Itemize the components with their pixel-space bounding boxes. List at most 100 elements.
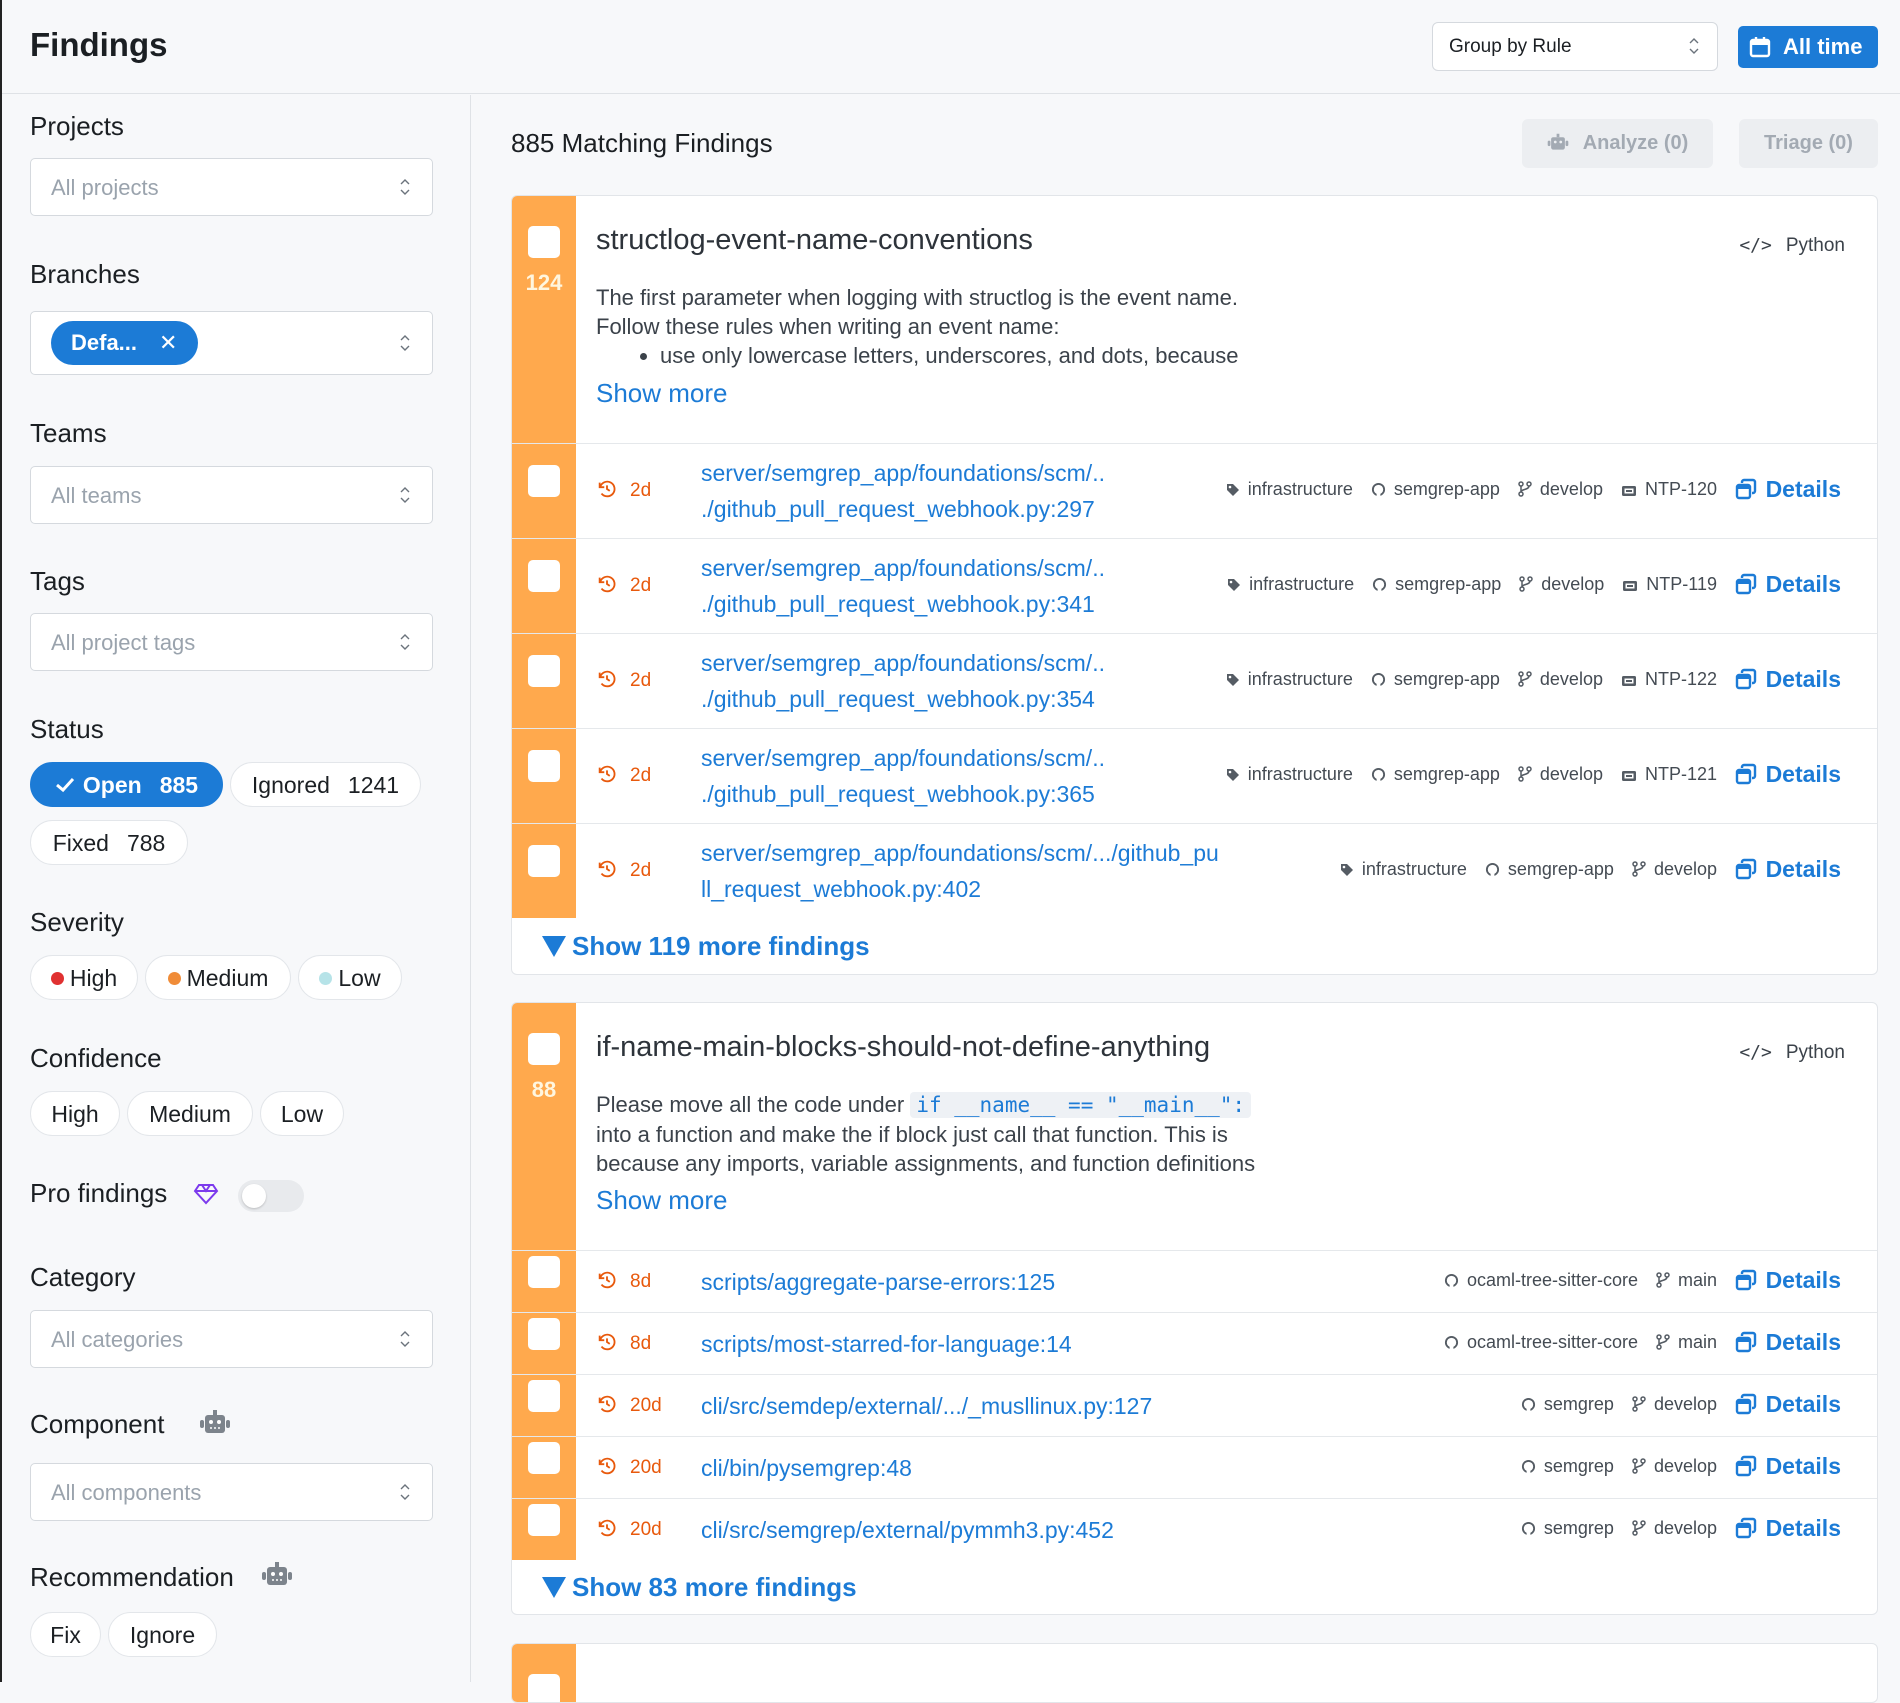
branch-chip[interactable]: Defa... ✕ <box>51 321 198 365</box>
component-select[interactable]: All components <box>30 1463 433 1521</box>
finding-path-link[interactable]: server/semgrep_app/foundations/scm/.../g… <box>701 740 1105 812</box>
details-button[interactable]: Details <box>1734 1329 1841 1356</box>
finding-repo[interactable]: semgrep-app <box>1371 764 1500 784</box>
status-label-fixed: Fixed <box>52 830 109 856</box>
finding-checkbox[interactable] <box>528 1317 560 1350</box>
finding-branch: develop <box>1519 574 1604 594</box>
rule-checkbox[interactable] <box>528 1033 560 1065</box>
severity-high-chip[interactable]: High <box>30 955 138 1000</box>
finding-ticket[interactable]: NTP-122 <box>1621 669 1717 689</box>
finding-repo[interactable]: semgrep-app <box>1371 479 1500 499</box>
details-button[interactable]: Details <box>1734 571 1841 598</box>
finding-meta: ocaml-tree-sitter-core main <box>1426 1270 1717 1291</box>
finding-path-link[interactable]: server/semgrep_app/foundations/scm/.../g… <box>701 455 1105 527</box>
finding-path-link[interactable]: scripts/most-starred-for-language:14 <box>701 1326 1072 1362</box>
finding-checkbox[interactable] <box>528 560 560 592</box>
finding-path-link[interactable]: cli/src/semgrep/external/pymmh3.py:452 <box>701 1512 1114 1548</box>
confidence-low-chip[interactable]: Low <box>260 1091 344 1136</box>
recommendation-fix-chip[interactable]: Fix <box>30 1612 101 1657</box>
finding-ticket[interactable]: NTP-120 <box>1621 479 1717 499</box>
rule-title[interactable]: structlog-event-name-conventions <box>596 224 1033 257</box>
finding-repo[interactable]: ocaml-tree-sitter-core <box>1444 1332 1638 1352</box>
finding-age: 2d <box>596 858 651 882</box>
finding-checkbox[interactable] <box>528 465 560 497</box>
finding-path-line: ll_request_webhook.py:402 <box>701 876 982 902</box>
rule-checkbox[interactable] <box>528 226 560 258</box>
severity-low-label: Low <box>338 965 381 991</box>
time-range-button[interactable]: All time <box>1738 26 1878 68</box>
severity-medium-chip[interactable]: Medium <box>145 955 291 1000</box>
teams-select[interactable]: All teams <box>30 466 433 524</box>
status-ignored-chip[interactable]: Ignored 1241 <box>230 762 421 807</box>
finding-ticket[interactable]: NTP-121 <box>1621 764 1717 784</box>
finding-checkbox[interactable] <box>528 655 560 687</box>
finding-path-link[interactable]: server/semgrep_app/foundations/scm/.../g… <box>701 835 1219 907</box>
rule-title[interactable]: if-name-main-blocks-should-not-define-an… <box>596 1031 1210 1064</box>
group-by-select[interactable]: Group by Rule <box>1432 22 1718 71</box>
finding-checkbox[interactable] <box>528 1441 560 1474</box>
finding-repo[interactable]: semgrep <box>1521 1394 1614 1414</box>
finding-path-link[interactable]: scripts/aggregate-parse-errors:125 <box>701 1264 1055 1300</box>
finding-path-link[interactable]: cli/bin/pysemgrep:48 <box>701 1450 912 1486</box>
show-more-findings-button[interactable]: Show 83 more findings <box>542 1572 857 1603</box>
show-more-link[interactable]: Show more <box>596 1185 728 1216</box>
finding-repo[interactable]: semgrep-app <box>1371 669 1500 689</box>
pro-findings-toggle[interactable] <box>238 1180 304 1212</box>
finding-path-line: ./github_pull_request_webhook.py:354 <box>701 686 1095 712</box>
finding-ticket-label: NTP-122 <box>1644 669 1717 689</box>
details-button[interactable]: Details <box>1734 1515 1841 1542</box>
status-fixed-chip[interactable]: Fixed 788 <box>30 820 188 865</box>
confidence-medium-chip[interactable]: Medium <box>127 1091 253 1136</box>
finding-branch-label: develop <box>1653 1455 1717 1476</box>
finding-ticket[interactable]: NTP-119 <box>1622 574 1717 594</box>
rule-checkbox[interactable] <box>528 1674 560 1702</box>
confidence-high-chip[interactable]: High <box>30 1091 120 1136</box>
finding-path-link[interactable]: cli/src/semdep/external/.../_musllinux.p… <box>701 1388 1152 1424</box>
history-icon <box>598 670 616 688</box>
details-button[interactable]: Details <box>1734 1453 1841 1480</box>
triage-button[interactable]: Triage (0) <box>1739 119 1878 168</box>
remove-branch-icon[interactable]: ✕ <box>159 330 177 356</box>
branches-select[interactable]: Defa... ✕ <box>30 311 433 375</box>
teams-placeholder: All teams <box>51 483 142 508</box>
tags-select[interactable]: All project tags <box>30 613 433 671</box>
severity-low-chip[interactable]: Low <box>298 955 402 1000</box>
analyze-button[interactable]: Analyze (0) <box>1522 119 1713 168</box>
open-details-icon <box>1735 1331 1756 1352</box>
details-button[interactable]: Details <box>1734 666 1841 693</box>
status-open-chip[interactable]: Open 885 <box>30 762 223 807</box>
history-icon <box>598 860 616 878</box>
finding-repo[interactable]: semgrep-app <box>1372 574 1501 594</box>
finding-row: 8d scripts/most-starred-for-language:14 oc… <box>512 1312 1877 1374</box>
details-button[interactable]: Details <box>1734 856 1841 883</box>
finding-checkbox[interactable] <box>528 750 560 782</box>
show-more-link[interactable]: Show more <box>596 378 728 409</box>
recommendation-ignore-chip[interactable]: Ignore <box>108 1612 217 1657</box>
details-button[interactable]: Details <box>1734 761 1841 788</box>
finding-repo[interactable]: semgrep <box>1521 1456 1614 1476</box>
finding-checkbox[interactable] <box>528 845 560 877</box>
analyze-label: Analyze (0) <box>1582 132 1689 154</box>
finding-checkbox[interactable] <box>528 1379 560 1412</box>
finding-repo[interactable]: semgrep-app <box>1485 859 1614 879</box>
status-label-open: Open <box>82 772 142 798</box>
finding-repo-label: semgrep-app <box>1507 859 1614 879</box>
details-button[interactable]: Details <box>1734 1267 1841 1294</box>
details-button[interactable]: Details <box>1734 1391 1841 1418</box>
github-icon <box>1521 1459 1535 1474</box>
finding-repo[interactable]: semgrep <box>1521 1518 1614 1538</box>
finding-path-link[interactable]: server/semgrep_app/foundations/scm/.../g… <box>701 645 1105 717</box>
category-select[interactable]: All categories <box>30 1310 433 1368</box>
finding-checkbox[interactable] <box>528 1503 560 1536</box>
details-button[interactable]: Details <box>1734 476 1841 503</box>
rule-description: The first parameter when logging with st… <box>596 283 1396 370</box>
finding-repo[interactable]: ocaml-tree-sitter-core <box>1444 1270 1638 1290</box>
finding-branch: develop <box>1518 764 1603 784</box>
show-more-findings-button[interactable]: Show 119 more findings <box>542 931 870 962</box>
finding-tag: infrastructure <box>1227 574 1354 594</box>
projects-select[interactable]: All projects <box>30 158 433 216</box>
finding-path-link[interactable]: server/semgrep_app/foundations/scm/.../g… <box>701 550 1105 622</box>
severity-low-dot <box>319 972 333 985</box>
finding-checkbox[interactable] <box>528 1255 560 1288</box>
finding-row: 20d cli/src/semgrep/external/pymmh3.py:45… <box>512 1498 1877 1560</box>
